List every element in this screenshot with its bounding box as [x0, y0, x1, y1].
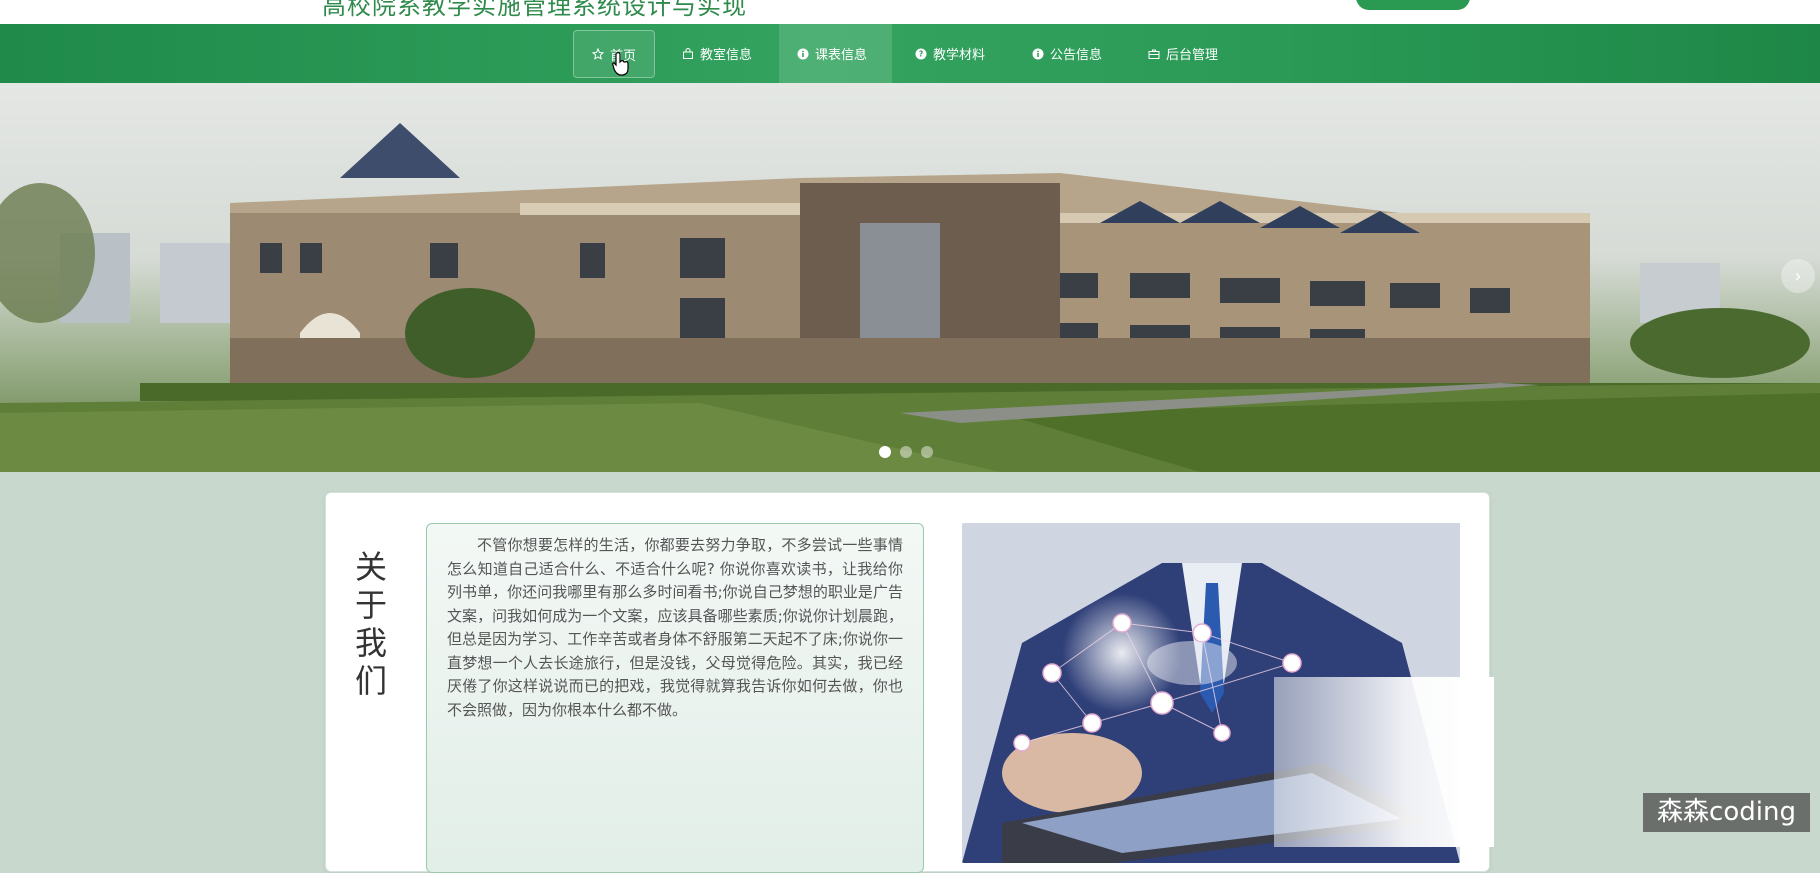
nav-label-announcements: 公告信息: [1050, 48, 1103, 63]
nav-item-schedule[interactable]: 课表信息: [779, 24, 892, 83]
hero-banner: ›: [0, 83, 1820, 472]
nav-label-admin: 后台管理: [1166, 48, 1219, 63]
info-icon: [1032, 48, 1044, 60]
main-nav: 首页 教室信息 课表信息 ? 教学材料 公告信息 后台管理: [0, 24, 1820, 83]
nav-item-materials[interactable]: ? 教学材料: [915, 24, 985, 83]
slider-dots: [879, 446, 933, 458]
nav-item-admin[interactable]: 后台管理: [1148, 24, 1218, 83]
slider-dot-3[interactable]: [921, 446, 933, 458]
video-fade-overlay: [1274, 677, 1494, 847]
top-header: 高校院系教学实施管理系统设计与实现: [0, 0, 1820, 24]
campus-building-image: [0, 123, 1820, 472]
info-icon: [797, 48, 809, 60]
slider-dot-1[interactable]: [879, 446, 891, 458]
nav-item-announcements[interactable]: 公告信息: [1032, 24, 1102, 83]
about-text: 不管你想要怎样的生活，你都要去努力争取，不多尝试一些事情怎么知道自己适合什么、不…: [426, 523, 924, 873]
svg-text:?: ?: [919, 49, 923, 58]
header-action-button[interactable]: [1356, 0, 1470, 10]
nav-label-schedule: 课表信息: [815, 48, 868, 63]
watermark: 森森coding: [1643, 793, 1810, 832]
about-title: 关于我们: [355, 548, 388, 700]
nav-label-materials: 教学材料: [933, 48, 986, 63]
site-title: 高校院系教学实施管理系统设计与实现: [322, 0, 747, 20]
hand-cursor-icon: [612, 52, 630, 80]
slider-dot-2[interactable]: [900, 446, 912, 458]
question-icon: ?: [915, 48, 927, 60]
star-icon: [592, 48, 604, 60]
nav-item-classrooms[interactable]: 教室信息: [682, 24, 752, 83]
slider-next-button[interactable]: ›: [1781, 259, 1815, 293]
nav-label-classrooms: 教室信息: [700, 48, 753, 63]
chevron-right-icon: ›: [1794, 265, 1802, 287]
briefcase-icon: [1148, 48, 1160, 60]
bag-icon: [682, 47, 694, 60]
